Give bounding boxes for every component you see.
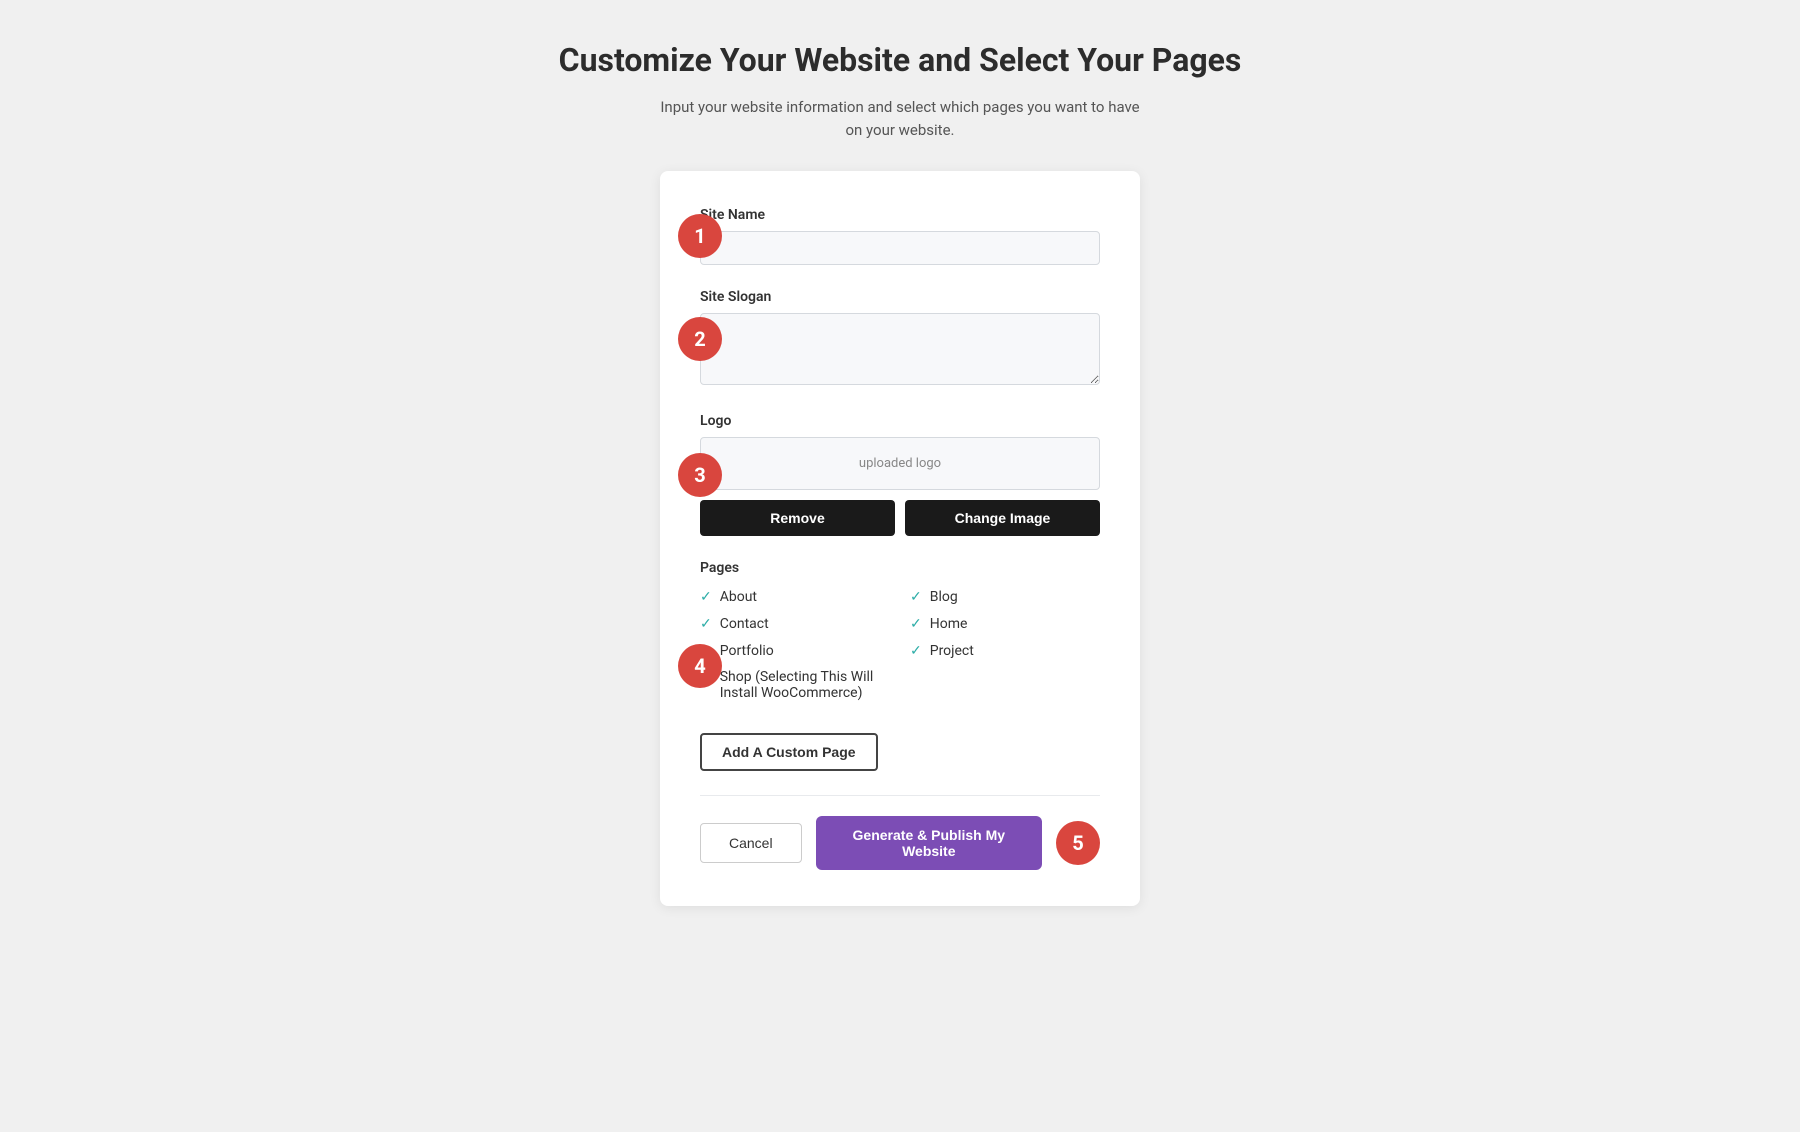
logo-preview-text: uploaded logo xyxy=(859,456,941,471)
check-icon: ✓ xyxy=(700,616,712,632)
page-blog: Blog xyxy=(930,589,958,605)
list-item[interactable]: ✓ About xyxy=(700,588,890,605)
step-1-badge: 1 xyxy=(678,214,722,258)
form-actions: Cancel Generate & Publish My Website 5 xyxy=(700,816,1100,870)
page-project: Project xyxy=(930,643,974,659)
list-item[interactable]: ✓ Project xyxy=(910,642,1100,659)
pages-section: 4 Pages ✓ About ✓ Blog ✓ Contact ✓ Home xyxy=(700,560,1100,771)
logo-buttons: Remove Change Image xyxy=(700,500,1100,536)
pages-grid: ✓ About ✓ Blog ✓ Contact ✓ Home ✓ Portfo… xyxy=(700,588,1100,701)
site-name-section: 1 Site Name xyxy=(700,207,1100,265)
page-about: About xyxy=(720,589,757,605)
page-portfolio: Portfolio xyxy=(720,643,774,659)
check-icon: ✓ xyxy=(910,589,922,605)
page-home: Home xyxy=(930,616,968,632)
change-image-button[interactable]: Change Image xyxy=(905,500,1100,536)
page-contact: Contact xyxy=(720,616,769,632)
site-slogan-input[interactable] xyxy=(700,313,1100,385)
step-4-badge: 4 xyxy=(678,644,722,688)
site-slogan-label: Site Slogan xyxy=(700,289,1100,305)
logo-section: 3 Logo uploaded logo Remove Change Image xyxy=(700,413,1100,536)
list-item[interactable]: ✓ Blog xyxy=(910,588,1100,605)
add-custom-page-button[interactable]: Add A Custom Page xyxy=(700,733,878,771)
list-item[interactable]: ✓ Portfolio xyxy=(700,642,890,659)
page-shop: Shop (Selecting This Will Install WooCom… xyxy=(720,669,890,701)
remove-logo-button[interactable]: Remove xyxy=(700,500,895,536)
site-name-label: Site Name xyxy=(700,207,1100,223)
divider xyxy=(700,795,1100,796)
generate-publish-button[interactable]: Generate & Publish My Website xyxy=(816,816,1042,870)
page-header: Customize Your Website and Select Your P… xyxy=(559,40,1242,141)
check-icon: ✓ xyxy=(910,616,922,632)
cancel-button[interactable]: Cancel xyxy=(700,823,802,863)
list-item[interactable]: ✓ Shop (Selecting This Will Install WooC… xyxy=(700,669,890,701)
check-icon: ✓ xyxy=(910,643,922,659)
site-slogan-section: 2 Site Slogan xyxy=(700,289,1100,389)
page-subtitle: Input your website information and selec… xyxy=(660,96,1140,141)
page-title: Customize Your Website and Select Your P… xyxy=(559,40,1242,80)
list-item[interactable]: ✓ Contact xyxy=(700,615,890,632)
step-5-badge: 5 xyxy=(1056,821,1100,865)
pages-label: Pages xyxy=(700,560,1100,576)
step-3-badge: 3 xyxy=(678,453,722,497)
check-icon: ✓ xyxy=(700,589,712,605)
logo-preview: uploaded logo xyxy=(700,437,1100,490)
list-item[interactable]: ✓ Home xyxy=(910,615,1100,632)
form-card: 1 Site Name 2 Site Slogan 3 Logo uploade… xyxy=(660,171,1140,906)
logo-label: Logo xyxy=(700,413,1100,429)
step-2-badge: 2 xyxy=(678,317,722,361)
site-name-input[interactable] xyxy=(700,231,1100,265)
